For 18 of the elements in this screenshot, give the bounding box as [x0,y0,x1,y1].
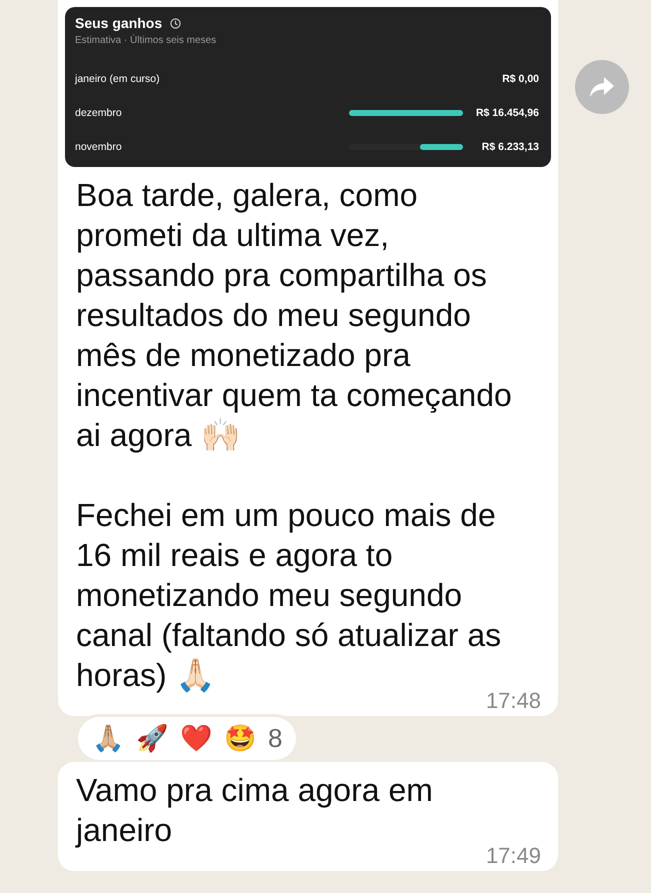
month-label: novembro [75,141,123,153]
reaction-emoji: 🙏🏼 [92,723,124,754]
earnings-screenshot[interactable]: Seus ganhos Estimativa · Últimos seis meses janeiro (em curso) R$ 0,00 dezembro R$ 16.454,96 novembro R$ 6.233,13 [65,7,551,167]
amount-label: R$ 16.454,96 [474,107,539,119]
message-time: 17:49 [486,844,541,867]
amount-label: R$ 6.233,13 [480,141,539,153]
month-label: dezembro [75,107,123,119]
card-title: Seus ganhos [75,15,162,31]
reaction-emoji: ❤ [180,723,212,754]
month-label: janeiro (em curso) [75,73,161,85]
reactions-pill[interactable]: 🙏🏼 🚀 ❤ 🤩 8 [78,717,296,760]
reaction-emoji: 🤩 [224,723,256,754]
card-subtitle: Estimativa · Últimos seis meses [75,35,218,46]
amount-label: R$ 0,00 [501,73,539,85]
message-text: Boa tarde, galera, como prometi da ultima vez, passando pra compartilha os resultados do meu segundo mês de monetizado pra incentivar quem ta começando ai agora 🙌🏻 [76,176,513,455]
reaction-emoji: 🚀 [136,723,168,754]
message-text: Vamo pra cima agora em janeiro [76,771,434,850]
reaction-count: 8 [268,723,282,754]
